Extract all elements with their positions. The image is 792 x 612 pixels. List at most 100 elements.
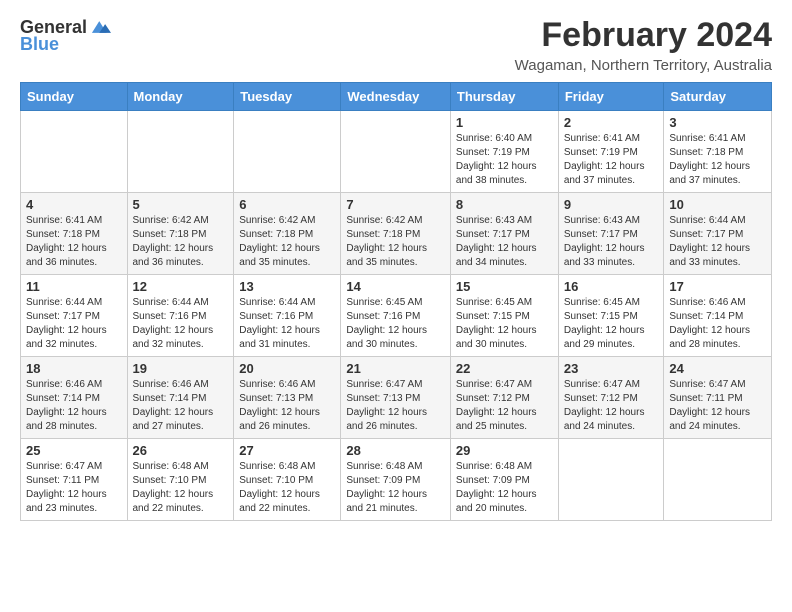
calendar-week-row: 25Sunrise: 6:47 AM Sunset: 7:11 PM Dayli… [21, 439, 772, 521]
day-number: 22 [456, 361, 553, 376]
day-info: Sunrise: 6:48 AM Sunset: 7:10 PM Dayligh… [239, 460, 335, 516]
day-number: 5 [133, 197, 229, 212]
calendar-cell: 7 Sunrise: 6:42 AM Sunset: 7:18 PM Daylig… [341, 193, 451, 275]
day-info: Sunrise: 6:42 AM Sunset: 7:18 PM Dayligh… [239, 214, 335, 270]
day-info: Sunrise: 6:47 AM Sunset: 7:12 PM Dayligh… [564, 378, 659, 434]
day-info: Sunrise: 6:40 AM Sunset: 7:19 PM Dayligh… [456, 132, 553, 188]
calendar-cell: 18 Sunrise: 6:46 AM Sunset: 7:14 PM Dayli… [21, 357, 128, 439]
day-info: Sunrise: 6:46 AM Sunset: 7:14 PM Dayligh… [133, 378, 229, 434]
day-number: 11 [26, 279, 122, 294]
day-number: 13 [239, 279, 335, 294]
calendar-cell: 19 Sunrise: 6:46 AM Sunset: 7:14 PM Dayli… [127, 357, 234, 439]
day-info: Sunrise: 6:45 AM Sunset: 7:16 PM Dayligh… [346, 296, 445, 352]
month-year-title: February 2024 [515, 16, 772, 55]
day-number: 23 [564, 361, 659, 376]
col-header-friday: Friday [558, 83, 664, 111]
day-number: 17 [669, 279, 766, 294]
calendar-cell: 3 Sunrise: 6:41 AM Sunset: 7:18 PM Daylig… [664, 111, 772, 193]
calendar-cell: 28Sunrise: 6:48 AM Sunset: 7:09 PM Dayli… [341, 439, 451, 521]
day-number: 15 [456, 279, 553, 294]
calendar-cell [664, 439, 772, 521]
calendar-cell: 23 Sunrise: 6:47 AM Sunset: 7:12 PM Dayli… [558, 357, 664, 439]
day-info: Sunrise: 6:44 AM Sunset: 7:16 PM Dayligh… [133, 296, 229, 352]
day-number: 24 [669, 361, 766, 376]
col-header-tuesday: Tuesday [234, 83, 341, 111]
title-area: February 2024 Wagaman, Northern Territor… [515, 16, 772, 74]
day-number: 20 [239, 361, 335, 376]
day-info: Sunrise: 6:47 AM Sunset: 7:12 PM Dayligh… [456, 378, 553, 434]
day-number: 9 [564, 197, 659, 212]
calendar-cell: 29Sunrise: 6:48 AM Sunset: 7:09 PM Dayli… [450, 439, 558, 521]
day-number: 7 [346, 197, 445, 212]
day-number: 1 [456, 115, 553, 130]
day-number: 3 [669, 115, 766, 130]
day-info: Sunrise: 6:43 AM Sunset: 7:17 PM Dayligh… [456, 214, 553, 270]
col-header-sunday: Sunday [21, 83, 128, 111]
day-info: Sunrise: 6:41 AM Sunset: 7:18 PM Dayligh… [26, 214, 122, 270]
calendar-cell [341, 111, 451, 193]
day-info: Sunrise: 6:46 AM Sunset: 7:14 PM Dayligh… [26, 378, 122, 434]
calendar-cell: 25Sunrise: 6:47 AM Sunset: 7:11 PM Dayli… [21, 439, 128, 521]
calendar-cell [558, 439, 664, 521]
col-header-saturday: Saturday [664, 83, 772, 111]
day-number: 2 [564, 115, 659, 130]
calendar-cell [127, 111, 234, 193]
day-info: Sunrise: 6:44 AM Sunset: 7:17 PM Dayligh… [26, 296, 122, 352]
col-header-thursday: Thursday [450, 83, 558, 111]
day-info: Sunrise: 6:45 AM Sunset: 7:15 PM Dayligh… [564, 296, 659, 352]
day-number: 26 [133, 443, 229, 458]
calendar-cell: 4Sunrise: 6:41 AM Sunset: 7:18 PM Daylig… [21, 193, 128, 275]
day-number: 6 [239, 197, 335, 212]
calendar-cell [21, 111, 128, 193]
calendar-cell: 21Sunrise: 6:47 AM Sunset: 7:13 PM Dayli… [341, 357, 451, 439]
calendar-cell: 16 Sunrise: 6:45 AM Sunset: 7:15 PM Dayli… [558, 275, 664, 357]
calendar-cell: 12 Sunrise: 6:44 AM Sunset: 7:16 PM Dayli… [127, 275, 234, 357]
day-number: 12 [133, 279, 229, 294]
calendar-week-row: 11 Sunrise: 6:44 AM Sunset: 7:17 PM Dayli… [21, 275, 772, 357]
day-info: Sunrise: 6:41 AM Sunset: 7:18 PM Dayligh… [669, 132, 766, 188]
calendar-cell: 24 Sunrise: 6:47 AM Sunset: 7:11 PM Dayli… [664, 357, 772, 439]
calendar-cell: 11 Sunrise: 6:44 AM Sunset: 7:17 PM Dayli… [21, 275, 128, 357]
day-number: 25 [26, 443, 122, 458]
day-info: Sunrise: 6:43 AM Sunset: 7:17 PM Dayligh… [564, 214, 659, 270]
calendar-cell: 2 Sunrise: 6:41 AM Sunset: 7:19 PM Daylig… [558, 111, 664, 193]
calendar-cell: 13 Sunrise: 6:44 AM Sunset: 7:16 PM Dayli… [234, 275, 341, 357]
day-number: 19 [133, 361, 229, 376]
calendar-cell: 20 Sunrise: 6:46 AM Sunset: 7:13 PM Dayli… [234, 357, 341, 439]
day-number: 18 [26, 361, 122, 376]
calendar-week-row: 4Sunrise: 6:41 AM Sunset: 7:18 PM Daylig… [21, 193, 772, 275]
calendar-header-row: SundayMondayTuesdayWednesdayThursdayFrid… [21, 83, 772, 111]
logo: General Blue [20, 16, 111, 55]
day-number: 28 [346, 443, 445, 458]
day-info: Sunrise: 6:48 AM Sunset: 7:10 PM Dayligh… [133, 460, 229, 516]
calendar-cell: 10 Sunrise: 6:44 AM Sunset: 7:17 PM Dayli… [664, 193, 772, 275]
day-info: Sunrise: 6:44 AM Sunset: 7:17 PM Dayligh… [669, 214, 766, 270]
calendar-cell: 9 Sunrise: 6:43 AM Sunset: 7:17 PM Daylig… [558, 193, 664, 275]
calendar-cell: 6 Sunrise: 6:42 AM Sunset: 7:18 PM Daylig… [234, 193, 341, 275]
day-number: 16 [564, 279, 659, 294]
day-info: Sunrise: 6:41 AM Sunset: 7:19 PM Dayligh… [564, 132, 659, 188]
calendar-cell: 8 Sunrise: 6:43 AM Sunset: 7:17 PM Daylig… [450, 193, 558, 275]
logo-icon [89, 16, 111, 38]
day-number: 10 [669, 197, 766, 212]
day-info: Sunrise: 6:47 AM Sunset: 7:11 PM Dayligh… [669, 378, 766, 434]
calendar-week-row: 1 Sunrise: 6:40 AM Sunset: 7:19 PM Daylig… [21, 111, 772, 193]
day-number: 8 [456, 197, 553, 212]
day-info: Sunrise: 6:45 AM Sunset: 7:15 PM Dayligh… [456, 296, 553, 352]
day-info: Sunrise: 6:42 AM Sunset: 7:18 PM Dayligh… [346, 214, 445, 270]
day-info: Sunrise: 6:44 AM Sunset: 7:16 PM Dayligh… [239, 296, 335, 352]
col-header-wednesday: Wednesday [341, 83, 451, 111]
day-info: Sunrise: 6:47 AM Sunset: 7:13 PM Dayligh… [346, 378, 445, 434]
day-info: Sunrise: 6:46 AM Sunset: 7:14 PM Dayligh… [669, 296, 766, 352]
calendar-cell: 26 Sunrise: 6:48 AM Sunset: 7:10 PM Dayli… [127, 439, 234, 521]
header: General Blue February 2024 Wagaman, Nort… [20, 16, 772, 74]
day-number: 14 [346, 279, 445, 294]
calendar-cell [234, 111, 341, 193]
logo-blue: Blue [20, 34, 59, 55]
calendar-cell: 15 Sunrise: 6:45 AM Sunset: 7:15 PM Dayli… [450, 275, 558, 357]
calendar-table: SundayMondayTuesdayWednesdayThursdayFrid… [20, 82, 772, 521]
day-number: 29 [456, 443, 553, 458]
day-number: 27 [239, 443, 335, 458]
day-info: Sunrise: 6:46 AM Sunset: 7:13 PM Dayligh… [239, 378, 335, 434]
calendar-cell: 27 Sunrise: 6:48 AM Sunset: 7:10 PM Dayli… [234, 439, 341, 521]
